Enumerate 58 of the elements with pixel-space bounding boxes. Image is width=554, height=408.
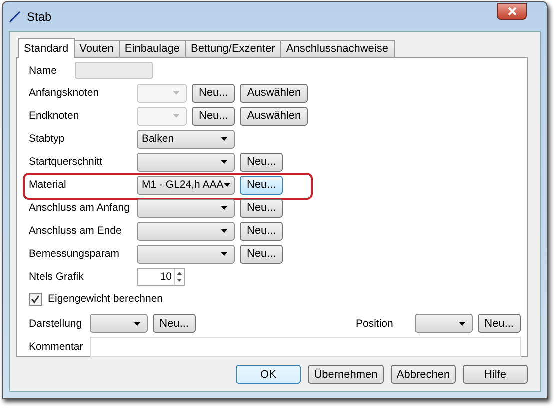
tab[interactable]: Standard [18, 38, 75, 58]
dialog-button[interactable]: Hilfe [463, 365, 528, 384]
field-label: Endknoten [29, 110, 80, 122]
caret-icon [221, 229, 228, 233]
field-label: Anschluss am Anfang [29, 202, 131, 214]
number-spinner[interactable]: 10 [137, 268, 185, 286]
caret-icon [134, 322, 141, 326]
dialog-button[interactable]: Neu... [478, 314, 521, 333]
caret-icon [173, 114, 180, 118]
field-label: Kommentar [29, 340, 84, 352]
checkbox-label: Eigengewicht berechnen [48, 293, 163, 306]
checkbox[interactable] [29, 292, 42, 306]
close-icon [508, 7, 516, 16]
dropdown[interactable]: M1 - GL24,h AAA [137, 176, 235, 194]
caret-icon [221, 206, 228, 210]
field-label: Darstellung [29, 318, 84, 330]
dialog-button[interactable]: Neu... [240, 176, 284, 194]
tab[interactable]: Anschlussnachweise [280, 40, 394, 57]
dropdown[interactable] [137, 152, 235, 172]
dropdown[interactable] [415, 314, 473, 333]
dialog-button[interactable]: OK [236, 365, 301, 384]
dropdown[interactable]: Balken [137, 130, 235, 148]
beam-icon [9, 10, 21, 22]
checkmark-icon [31, 294, 40, 304]
tab[interactable]: Einbaulage [118, 40, 186, 57]
field-label: Name [29, 64, 58, 77]
tab[interactable]: Vouten [74, 40, 120, 57]
field-label: Anschluss am Ende [29, 225, 123, 237]
window-title: Stab [27, 10, 52, 24]
dialog-button[interactable]: Neu... [152, 314, 196, 333]
dialog-button[interactable]: Neu... [240, 198, 284, 218]
dialog-button[interactable]: Neu... [240, 222, 284, 240]
dialog-button[interactable]: Neu... [240, 244, 284, 264]
tab[interactable]: Bettung/Exzenter [184, 40, 282, 57]
dialog-button[interactable]: Neu... [240, 152, 284, 172]
close-button[interactable] [497, 3, 527, 20]
field-label: Startquerschnitt [29, 156, 104, 168]
dropdown[interactable] [137, 222, 235, 240]
caret-icon [221, 160, 228, 164]
caret-icon [173, 91, 180, 95]
caret-icon [458, 322, 466, 326]
field-label: Ntels Grafik [29, 270, 85, 282]
caret-icon [221, 252, 228, 256]
dialog-button[interactable]: Abbrechen [391, 365, 456, 384]
field-label: Stabtyp [29, 133, 66, 145]
field-label: Bemessungsparam [29, 248, 120, 260]
field-label: Material [29, 179, 68, 191]
dropdown[interactable] [137, 198, 235, 218]
caret-icon [221, 137, 228, 141]
dropdown[interactable] [90, 314, 148, 333]
comment-field[interactable] [90, 336, 521, 356]
field-label: Anfangsknoten [29, 87, 100, 99]
dropdown[interactable] [137, 244, 235, 264]
up-arrow-icon [175, 270, 184, 276]
field-label: Position [356, 318, 394, 330]
caret-icon [224, 183, 231, 187]
down-arrow-icon [175, 276, 184, 284]
dialog-button[interactable]: Übernehmen [308, 365, 384, 384]
